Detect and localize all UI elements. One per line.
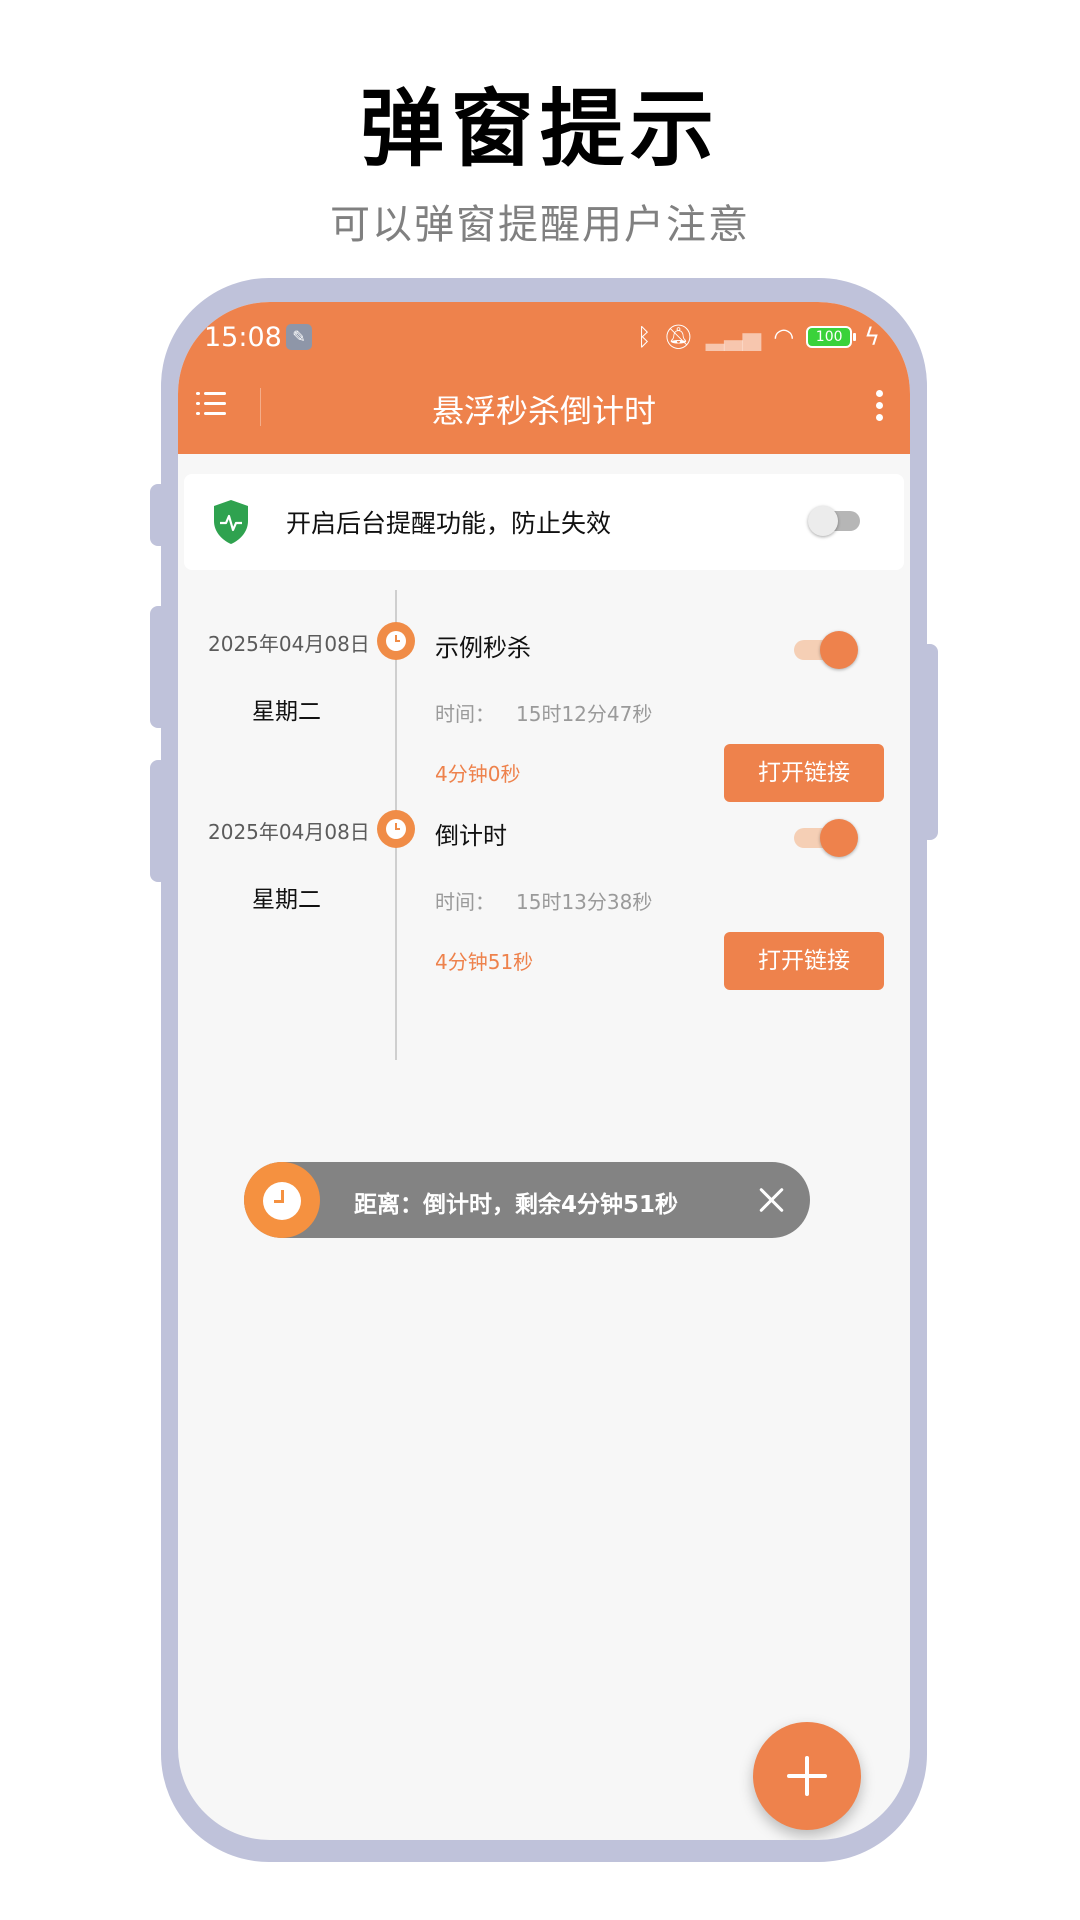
toggle-knob — [820, 819, 858, 857]
wrench-icon: ✎ — [286, 324, 312, 350]
toggle-knob — [820, 631, 858, 669]
add-countdown-button[interactable] — [753, 1722, 861, 1830]
event-time-value: 15时12分47秒 — [516, 702, 653, 726]
reminder-toggle[interactable] — [808, 506, 862, 536]
floating-countdown-popup[interactable]: 距离：倒计时，剩余4分钟51秒 — [244, 1162, 810, 1238]
event-time-label: 时间： — [435, 890, 495, 914]
event-item: 2025年04月08日 星期二 倒计时 时间： 15时13分38秒 4分钟51秒… — [178, 798, 910, 1018]
event-date: 2025年04月08日 — [208, 632, 370, 656]
event-remaining: 4分钟51秒 — [435, 950, 534, 974]
event-remaining: 4分钟0秒 — [435, 762, 521, 786]
event-name: 倒计时 — [435, 822, 507, 850]
event-date: 2025年04月08日 — [208, 820, 370, 844]
event-time-label: 时间： — [435, 702, 495, 726]
charging-icon: ϟ — [864, 323, 880, 351]
open-link-button[interactable]: 打开链接 — [724, 932, 884, 990]
event-item: 2025年04月08日 星期二 示例秒杀 时间： 15时12分47秒 4分钟0秒… — [178, 610, 910, 830]
mute-icon: 🔕︎ — [663, 323, 694, 351]
wifi-icon: ◠ — [773, 323, 795, 351]
more-vertical-icon[interactable] — [874, 390, 884, 422]
event-time-value: 15时13分38秒 — [516, 890, 653, 914]
reminder-label: 开启后台提醒功能，防止失效 — [286, 509, 612, 538]
event-name: 示例秒杀 — [435, 634, 531, 662]
signal-icon: ▂▃▅ — [705, 323, 762, 351]
shield-icon — [214, 500, 248, 544]
alarm-clock-icon — [244, 1162, 320, 1238]
phone-screen: 15:08 ✎ ᛒ 🔕︎ ▂▃▅ ◠ 100 ϟ 悬浮秒杀倒计时 开启后台提醒功… — [178, 302, 910, 1840]
status-icons: ᛒ 🔕︎ ▂▃▅ ◠ 100 ϟ — [637, 324, 880, 350]
status-time: 15:08 — [204, 322, 282, 353]
bluetooth-icon: ᛒ — [636, 323, 652, 351]
background-reminder-card[interactable]: 开启后台提醒功能，防止失效 — [184, 474, 904, 570]
event-toggle[interactable] — [794, 630, 860, 670]
open-link-button[interactable]: 打开链接 — [724, 744, 884, 802]
clock-icon — [377, 622, 415, 660]
promo-title: 弹窗提示 — [359, 80, 720, 178]
event-toggle[interactable] — [794, 818, 860, 858]
battery-icon: 100 — [806, 326, 857, 348]
event-weekday: 星期二 — [252, 699, 321, 725]
clock-icon — [377, 810, 415, 848]
app-title: 悬浮秒杀倒计时 — [431, 392, 656, 430]
popup-text: 距离：倒计时，剩余4分钟51秒 — [354, 1192, 679, 1218]
close-icon[interactable] — [754, 1182, 790, 1218]
event-weekday: 星期二 — [252, 887, 321, 913]
toggle-knob — [808, 506, 838, 536]
app-bar: 15:08 ✎ ᛒ 🔕︎ ▂▃▅ ◠ 100 ϟ 悬浮秒杀倒计时 — [178, 302, 910, 454]
promo-subtitle: 可以弹窗提醒用户注意 — [330, 202, 750, 248]
